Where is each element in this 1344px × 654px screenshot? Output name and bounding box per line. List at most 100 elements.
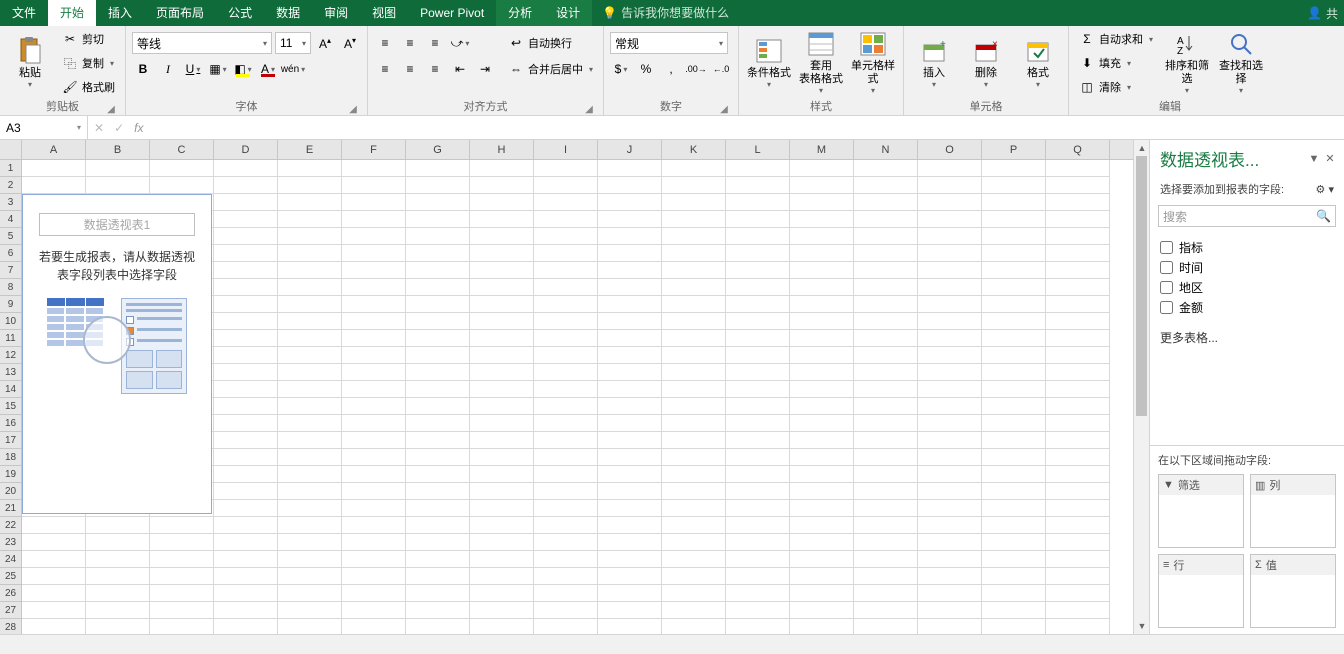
row-header[interactable]: 23 [0, 534, 22, 551]
tab-home[interactable]: 开始 [48, 0, 96, 26]
cell[interactable] [982, 228, 1046, 245]
cell[interactable] [598, 194, 662, 211]
cell[interactable] [982, 415, 1046, 432]
cell[interactable] [470, 432, 534, 449]
cell[interactable] [790, 534, 854, 551]
cell[interactable] [918, 432, 982, 449]
number-format-combo[interactable]: 常规▾ [610, 32, 728, 54]
cell[interactable] [214, 585, 278, 602]
cell[interactable] [214, 483, 278, 500]
cell[interactable] [534, 466, 598, 483]
cell[interactable] [342, 228, 406, 245]
row-header[interactable]: 26 [0, 585, 22, 602]
row-header[interactable]: 28 [0, 619, 22, 634]
cell[interactable] [726, 381, 790, 398]
row-header[interactable]: 13 [0, 364, 22, 381]
cell[interactable] [406, 279, 470, 296]
copy-button[interactable]: ⿻复制 [58, 52, 119, 74]
tell-me-search[interactable]: 💡 告诉我你想要做什么 [592, 0, 739, 26]
cell[interactable] [726, 262, 790, 279]
cell[interactable] [278, 449, 342, 466]
paste-button[interactable]: 粘贴 ▾ [6, 28, 54, 98]
insert-cells-button[interactable]: +插入▾ [910, 28, 958, 98]
cell[interactable] [1046, 211, 1110, 228]
cell[interactable] [406, 415, 470, 432]
row-header[interactable]: 11 [0, 330, 22, 347]
taskpane-dropdown-icon[interactable]: ▼ [1306, 153, 1322, 165]
cell[interactable] [854, 449, 918, 466]
cell[interactable] [1046, 381, 1110, 398]
cell[interactable] [662, 534, 726, 551]
orientation-button[interactable]: ⤻ [449, 32, 471, 54]
cell[interactable] [342, 279, 406, 296]
cell[interactable] [662, 500, 726, 517]
cell[interactable] [278, 177, 342, 194]
cell[interactable] [918, 381, 982, 398]
cell[interactable] [598, 432, 662, 449]
cell[interactable] [918, 177, 982, 194]
cell[interactable] [406, 500, 470, 517]
cell[interactable] [342, 177, 406, 194]
cell[interactable] [534, 313, 598, 330]
row-header[interactable]: 4 [0, 211, 22, 228]
align-middle-button[interactable]: ≡ [399, 32, 421, 54]
cell[interactable] [598, 517, 662, 534]
cell[interactable] [278, 245, 342, 262]
cell[interactable] [790, 483, 854, 500]
field-item[interactable]: 地区 [1160, 277, 1334, 297]
cell[interactable] [918, 585, 982, 602]
cell[interactable] [406, 449, 470, 466]
cell[interactable] [918, 296, 982, 313]
cell[interactable] [214, 211, 278, 228]
format-cells-button[interactable]: 格式▾ [1014, 28, 1062, 98]
cell[interactable] [854, 517, 918, 534]
cell[interactable] [406, 364, 470, 381]
cell[interactable] [278, 432, 342, 449]
cell[interactable] [662, 364, 726, 381]
cell[interactable] [86, 551, 150, 568]
cell[interactable] [1046, 279, 1110, 296]
cell[interactable] [662, 279, 726, 296]
cell[interactable] [598, 415, 662, 432]
column-header[interactable]: A [22, 140, 86, 159]
cell[interactable] [854, 330, 918, 347]
share-button[interactable]: 共 [1326, 5, 1338, 22]
decrease-font-button[interactable]: A▾ [339, 32, 361, 54]
cell[interactable] [406, 466, 470, 483]
row-header[interactable]: 14 [0, 381, 22, 398]
cell[interactable] [662, 585, 726, 602]
cell[interactable] [214, 347, 278, 364]
cell[interactable] [1046, 602, 1110, 619]
cell[interactable] [662, 330, 726, 347]
cell[interactable] [1046, 245, 1110, 262]
cell[interactable] [214, 177, 278, 194]
cell[interactable] [406, 381, 470, 398]
cell[interactable] [662, 517, 726, 534]
find-select-button[interactable]: 查找和选择▾ [1217, 28, 1265, 98]
scroll-thumb[interactable] [1136, 156, 1147, 416]
cell[interactable] [22, 568, 86, 585]
cell[interactable] [726, 483, 790, 500]
cell[interactable] [982, 381, 1046, 398]
row-header[interactable]: 12 [0, 347, 22, 364]
cell[interactable] [86, 177, 150, 194]
cell[interactable] [534, 568, 598, 585]
cell[interactable] [598, 245, 662, 262]
cell[interactable] [214, 381, 278, 398]
cell[interactable] [534, 228, 598, 245]
cell[interactable] [982, 364, 1046, 381]
cell[interactable] [1046, 347, 1110, 364]
cell[interactable] [662, 177, 726, 194]
cell[interactable] [214, 500, 278, 517]
cell[interactable] [342, 500, 406, 517]
cell[interactable] [470, 483, 534, 500]
cell[interactable] [726, 177, 790, 194]
cell[interactable] [726, 466, 790, 483]
accounting-format-button[interactable]: $ [610, 58, 632, 80]
cell[interactable] [342, 534, 406, 551]
cell[interactable] [918, 517, 982, 534]
cell[interactable] [214, 330, 278, 347]
cell[interactable] [598, 449, 662, 466]
cell[interactable] [86, 160, 150, 177]
cell[interactable] [854, 262, 918, 279]
